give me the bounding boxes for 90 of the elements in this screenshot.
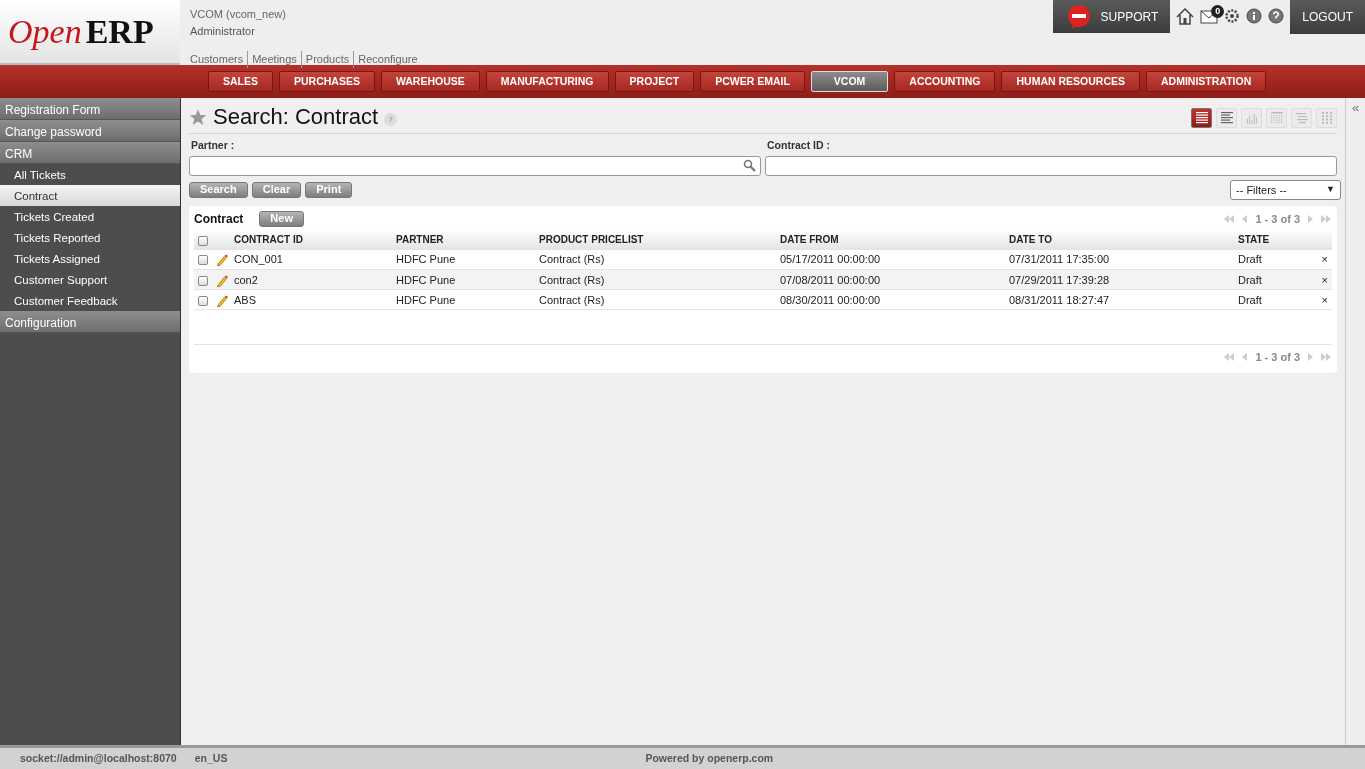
- logout-button[interactable]: LOGOUT: [1290, 0, 1365, 34]
- menu-tab[interactable]: ADMINISTRATION: [1146, 71, 1267, 92]
- shortcut-link[interactable]: Customers: [190, 51, 248, 68]
- table-cell: con2: [230, 269, 392, 290]
- calendar-view-button[interactable]: [1266, 107, 1287, 128]
- row-checkbox[interactable]: [198, 295, 208, 306]
- column-header[interactable]: CONTRACT ID: [230, 229, 392, 250]
- select-all-checkbox[interactable]: [198, 235, 208, 246]
- table-cell: Draft: [1234, 269, 1312, 290]
- language-text: en_US: [194, 750, 228, 766]
- column-header[interactable]: PARTNER: [392, 229, 535, 250]
- sidebar-section[interactable]: Registration Form: [0, 98, 180, 120]
- grid-view-button[interactable]: [1316, 107, 1337, 128]
- menu-tab[interactable]: VCOM: [810, 71, 889, 92]
- sidebar-item[interactable]: Tickets Assigned: [0, 248, 180, 269]
- table-cell: CON_001: [230, 249, 392, 270]
- list-view-button[interactable]: [1191, 107, 1212, 128]
- sidebar-item[interactable]: Tickets Created: [0, 206, 180, 227]
- menu-tab[interactable]: PCWER EMAIL: [700, 71, 805, 92]
- table-cell: 08/30/2011 00:00:00: [776, 289, 1005, 310]
- mail-icon[interactable]: [1200, 10, 1219, 25]
- search-icon[interactable]: [743, 159, 756, 173]
- pager-text: 1 - 3 of 3: [1255, 211, 1300, 227]
- table-cell: 07/31/2011 17:35:00: [1005, 249, 1234, 270]
- table-cell: Draft: [1234, 289, 1312, 310]
- menu-tab[interactable]: SALES: [208, 71, 273, 92]
- last-page-icon[interactable]: [1320, 352, 1332, 363]
- help-icon[interactable]: [1268, 8, 1285, 24]
- column-header[interactable]: PRODUCT PRICELIST: [535, 229, 776, 250]
- column-header[interactable]: STATE: [1234, 229, 1312, 250]
- column-header[interactable]: DATE TO: [1005, 229, 1234, 250]
- gantt-view-button[interactable]: [1291, 107, 1312, 128]
- delete-button[interactable]: ×: [1321, 253, 1328, 266]
- last-page-icon[interactable]: [1320, 213, 1332, 224]
- field-label: Contract ID :: [767, 138, 831, 153]
- support-button[interactable]: SUPPORT: [1052, 0, 1171, 33]
- filters-dropdown[interactable]: -- Filters -- ▼: [1230, 179, 1341, 200]
- menu-tab[interactable]: HUMAN RESOURCES: [1001, 71, 1140, 92]
- sidebar-section[interactable]: CRM: [0, 142, 180, 164]
- table-cell: 07/29/2011 17:39:28: [1005, 269, 1234, 290]
- sidebar-item[interactable]: Customer Feedback: [0, 290, 180, 311]
- sidebar-item[interactable]: All Tickets: [0, 164, 180, 185]
- table-cell: HDFC Pune: [392, 249, 535, 270]
- column-header[interactable]: DATE FROM: [776, 229, 1005, 250]
- sidebar-section[interactable]: Change password: [0, 120, 180, 142]
- form-view-button[interactable]: [1216, 107, 1237, 128]
- first-page-icon[interactable]: [1223, 352, 1236, 363]
- logo: OpenERP: [0, 0, 180, 65]
- menu-tab[interactable]: PROJECT: [614, 71, 695, 92]
- delete-button[interactable]: ×: [1321, 293, 1328, 306]
- sidebar-item[interactable]: Tickets Reported: [0, 227, 180, 248]
- pencil-icon[interactable]: [216, 254, 228, 267]
- input-field[interactable]: [765, 155, 1337, 176]
- row-checkbox[interactable]: [198, 275, 208, 286]
- menu-tab[interactable]: WAREHOUSE: [380, 71, 480, 92]
- star-icon[interactable]: [189, 109, 207, 126]
- database-name: VCOM (vcom_new): [190, 7, 287, 22]
- home-icon[interactable]: [1176, 8, 1195, 25]
- sidebar-section[interactable]: Configuration: [0, 311, 180, 333]
- field-label: Partner :: [191, 138, 236, 153]
- table-cell: 07/08/2011 00:00:00: [776, 269, 1005, 290]
- first-page-icon[interactable]: [1223, 213, 1236, 224]
- table-cell: Draft: [1234, 249, 1312, 270]
- collapse-button[interactable]: «: [1351, 100, 1360, 115]
- table-cell: 08/31/2011 18:27:47: [1005, 289, 1234, 310]
- menu-tab[interactable]: ACCOUNTING: [894, 71, 996, 92]
- user-name: Administrator: [190, 23, 256, 39]
- menu-tab[interactable]: MANUFACTURING: [485, 71, 609, 92]
- powered-by-text: Powered by openerp.com: [645, 750, 774, 766]
- menu-tab[interactable]: PURCHASES: [279, 71, 375, 92]
- message-count: 0: [1211, 5, 1225, 18]
- pencil-icon[interactable]: [216, 294, 228, 307]
- sidebar-item[interactable]: Contract: [0, 185, 180, 206]
- settings-icon[interactable]: [1224, 8, 1241, 24]
- table-cell: HDFC Pune: [392, 269, 535, 290]
- sidebar-item[interactable]: Customer Support: [0, 269, 180, 290]
- connection-text: socket://admin@localhost:8070: [20, 750, 177, 766]
- list-title: Contract: [194, 210, 244, 228]
- table-cell: ABS: [230, 289, 392, 310]
- row-checkbox[interactable]: [198, 255, 208, 266]
- table-cell: Contract (Rs): [535, 289, 776, 310]
- page-title: Search: Contract: [213, 104, 379, 131]
- pencil-icon[interactable]: [216, 274, 228, 287]
- table-cell: Contract (Rs): [535, 249, 776, 270]
- table-cell: HDFC Pune: [392, 289, 535, 310]
- input-field[interactable]: [189, 155, 761, 176]
- pager-text: 1 - 3 of 3: [1255, 350, 1300, 365]
- table-cell: Contract (Rs): [535, 269, 776, 290]
- table-cell: 05/17/2011 00:00:00: [776, 249, 1005, 270]
- info-icon[interactable]: [1246, 8, 1263, 24]
